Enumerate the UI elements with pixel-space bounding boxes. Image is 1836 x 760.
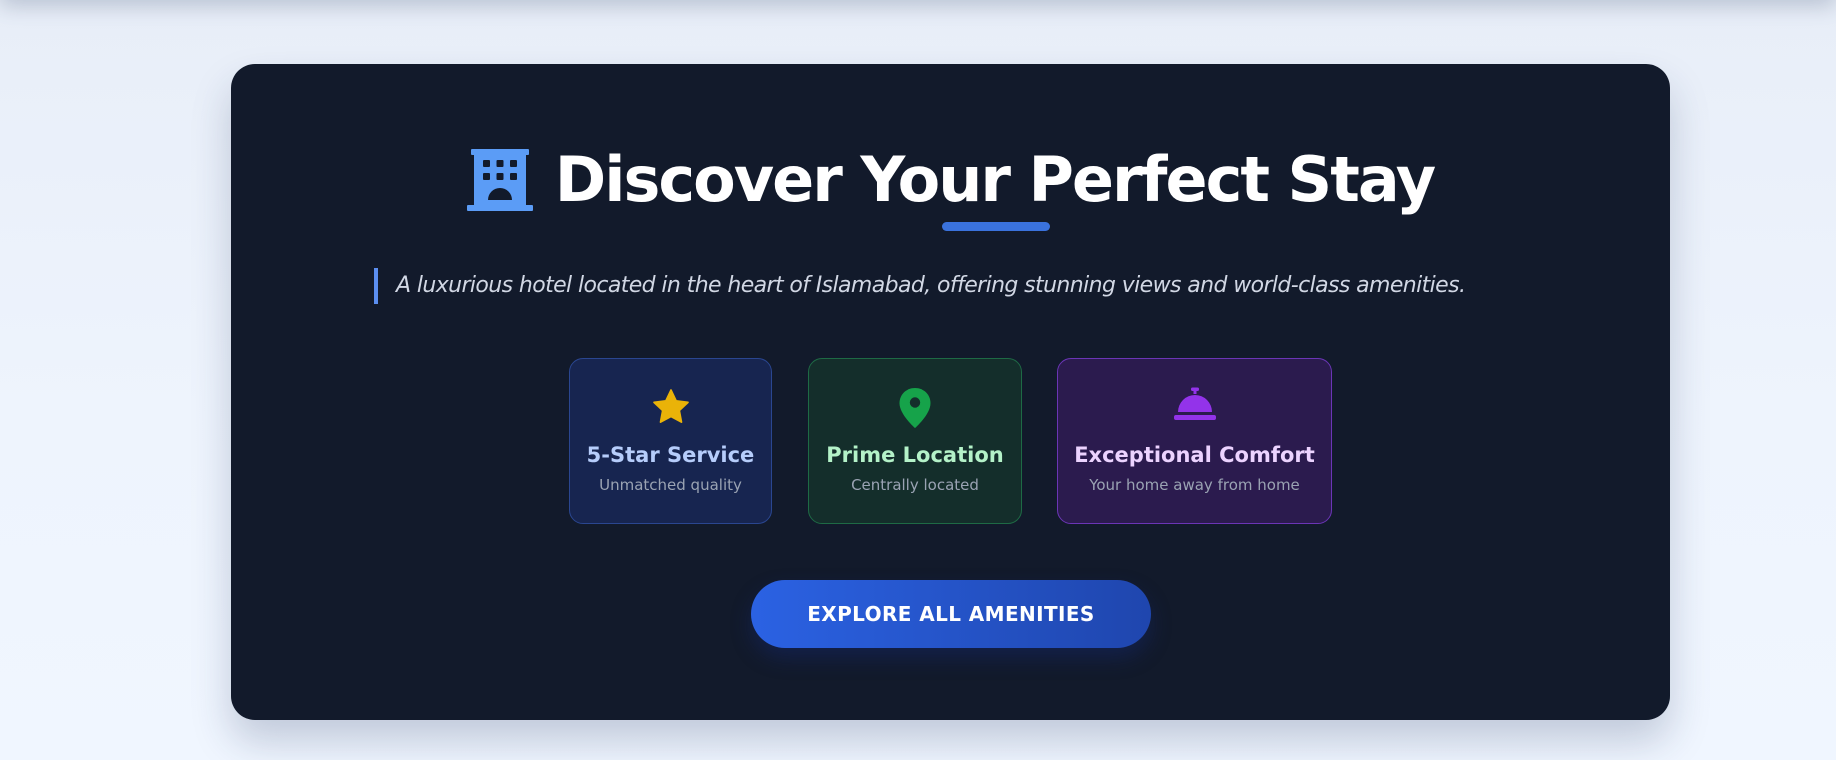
hotel-icon: [466, 149, 533, 211]
title-underline: [942, 222, 1050, 231]
title-row: Discover Your Perfect Stay: [231, 142, 1670, 218]
feature-title: Prime Location: [826, 443, 1004, 467]
hero-card: Discover Your Perfect Stay A luxurious h…: [231, 64, 1670, 720]
page-title: Discover Your Perfect Stay: [554, 143, 1436, 216]
feature-description: Unmatched quality: [599, 476, 742, 494]
explore-amenities-button[interactable]: EXPLORE ALL AMENITIES: [751, 580, 1151, 648]
feature-card-comfort: Exceptional Comfort Your home away from …: [1057, 358, 1332, 524]
feature-card-service: 5-Star Service Unmatched quality: [569, 358, 772, 524]
concierge-bell-icon: [1173, 387, 1216, 420]
feature-title: 5-Star Service: [586, 443, 755, 467]
map-pin-icon: [899, 388, 931, 428]
feature-card-location: Prime Location Centrally located: [808, 358, 1022, 524]
feature-title: Exceptional Comfort: [1074, 443, 1315, 467]
star-icon: [652, 389, 689, 423]
feature-description: Your home away from home: [1089, 476, 1300, 494]
hero-tagline: A luxurious hotel located in the heart o…: [374, 268, 1466, 304]
feature-description: Centrally located: [851, 476, 979, 494]
